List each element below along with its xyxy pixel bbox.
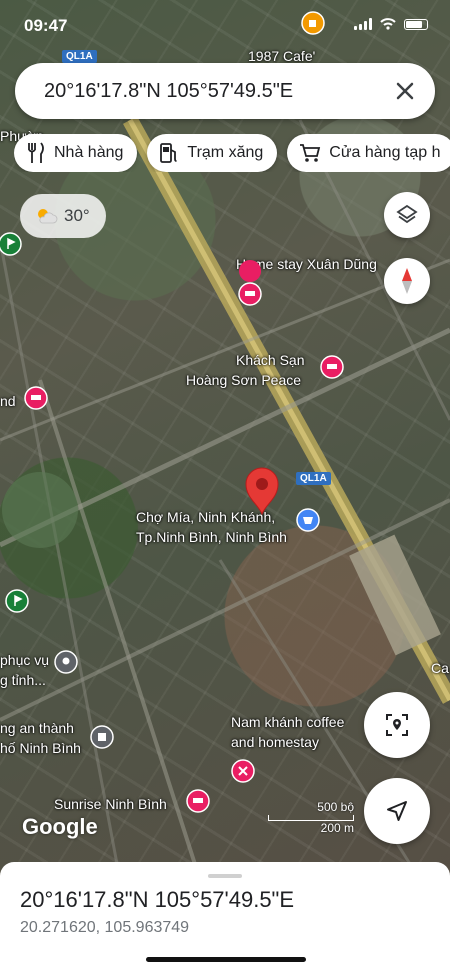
cellular-signal-icon [354,18,372,30]
poi-label-homestay[interactable]: Home stay Xuân Dũng [236,256,377,272]
chip-restaurants[interactable]: Nhà hàng [14,134,138,172]
scale-feet: 500 bộ [317,800,354,814]
road-badge-ql1a-top: QL1A [62,50,97,63]
layers-icon [396,204,418,224]
poi-label-market-line1[interactable]: Chợ Mía, Ninh Khánh, [136,509,275,525]
sheet-decimal-coordinates: 20.271620, 105.963749 [20,919,190,936]
sheet-drag-handle[interactable] [208,874,242,878]
search-bar[interactable]: 20°16'17.8"N 105°57'49.5"E [15,63,435,119]
status-icons [354,18,428,30]
home-indicator [146,957,306,962]
scale-bar: 500 bộ 200 m [268,800,354,835]
poi-label-phuc-vu-line1[interactable]: phục vụ [0,652,49,668]
poi-label-nd[interactable]: nd [0,393,16,409]
sheet-title: 20°16'17.8"N 105°57'49.5"E [20,887,295,912]
bottom-sheet[interactable]: 20°16'17.8"N 105°57'49.5"E 20.271620, 10… [0,862,450,974]
scale-meters: 200 m [320,821,354,835]
navigation-arrow-icon [387,801,407,821]
my-location-button[interactable] [364,692,430,758]
battery-icon [404,18,428,30]
layers-button[interactable] [384,192,430,238]
compass-button[interactable] [384,258,430,304]
poi-label-cafe[interactable]: 1987 Cafe' [248,48,315,64]
road-badge-ql1a: QL1A [296,472,331,485]
shopping-cart-icon [300,144,321,162]
chip-label: Trạm xăng [187,144,264,161]
status-time: 09:47 [24,16,68,35]
poi-label-phuc-vu-line2[interactable]: g tỉnh... [0,672,46,688]
poi-label-ca[interactable]: Ca [431,660,449,676]
weather-temp: 30° [64,206,90,225]
close-icon[interactable] [391,77,419,105]
search-query[interactable]: 20°16'17.8"N 105°57'49.5"E [44,80,293,103]
poi-label-nam-khanh-line2[interactable]: and homestay [231,734,319,750]
navigate-button[interactable] [364,778,430,844]
wifi-icon [380,18,396,30]
chip-label: Cửa hàng tạp h [329,144,441,161]
chip-gas-stations[interactable]: Trạm xăng [147,134,278,172]
gas-station-icon [160,143,177,163]
status-bar: 09:47 [0,12,450,42]
poi-label-sunrise[interactable]: Sunrise Ninh Bình [54,796,167,812]
google-logo: Google [22,814,98,839]
poi-label-hotel-line1[interactable]: Khách Sạn [236,352,305,368]
partly-cloudy-icon [38,209,58,224]
poi-label-hotel-line2[interactable]: Hoàng Sơn Peace [186,372,301,388]
poi-label-an-thanh-line2[interactable]: hố Ninh Bình [0,740,81,756]
category-chips: Nhà hàng Trạm xăng Cửa hàng tạp h [14,134,450,172]
poi-label-an-thanh-line1[interactable]: ng an thành [0,720,74,736]
poi-label-market-line2[interactable]: Tp.Ninh Bình, Ninh Bình [136,529,287,545]
poi-label-nam-khanh-line1[interactable]: Nam khánh coffee [231,714,344,730]
compass-icon [402,268,412,294]
location-pin-icon [386,714,408,736]
chip-label: Nhà hàng [54,144,124,161]
fork-knife-icon [28,142,44,163]
chip-convenience-stores[interactable]: Cửa hàng tạp h [287,134,450,172]
weather-widget[interactable]: 30° [20,194,106,238]
